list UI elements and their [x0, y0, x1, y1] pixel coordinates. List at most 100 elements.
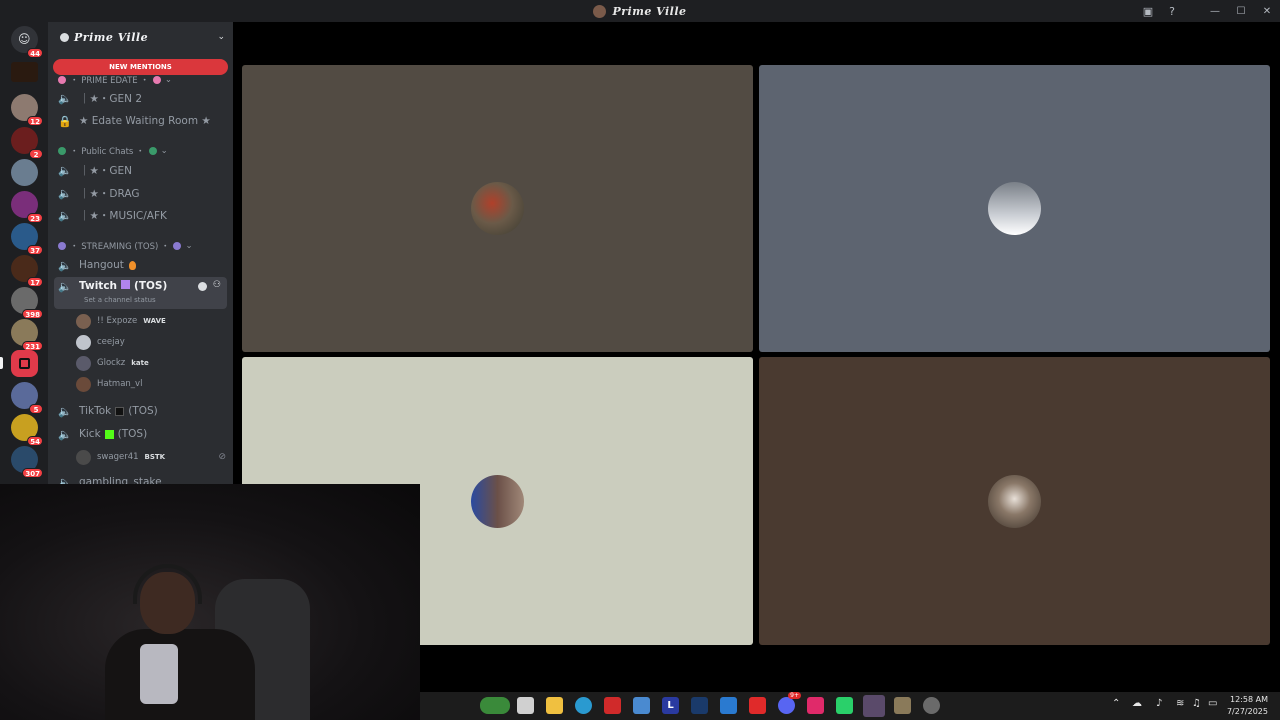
globe-icon: [148, 147, 157, 155]
guild-item-selected[interactable]: [11, 350, 38, 377]
speaker-icon: 🔈: [58, 258, 72, 272]
channel-gen[interactable]: 🔈 ｜★・GEN: [54, 160, 227, 180]
voice-member[interactable]: ceejay: [76, 333, 125, 351]
title-controls: ▣ ? — ☐ ✕: [1136, 0, 1280, 22]
server-header[interactable]: Prime Ville ⌄: [48, 22, 233, 52]
speaker-icon: 🔈: [58, 208, 72, 222]
category-prime-edate[interactable]: ・ PRIME EDATE ・ ⌄: [58, 73, 172, 87]
minimize-button[interactable]: —: [1202, 0, 1228, 22]
participant-tile[interactable]: [759, 357, 1270, 645]
guild-badge: 307: [22, 468, 43, 478]
channel-twitch[interactable]: 🔈 Twitch (TOS) ⚇ Set a channel status: [54, 277, 227, 309]
cloud-icon[interactable]: ☁: [1132, 698, 1142, 709]
add-user-icon[interactable]: ⚇: [213, 280, 221, 290]
black-square-icon: [115, 406, 125, 416]
close-button[interactable]: ✕: [1254, 0, 1280, 22]
guild-item[interactable]: [11, 62, 38, 82]
voice-member[interactable]: Hatman_vl: [76, 375, 142, 393]
file-explorer-icon[interactable]: [546, 697, 563, 714]
title-bar: Prime Ville ▣ ? — ☐ ✕: [0, 0, 1280, 22]
channel-kick[interactable]: 🔈 Kick (TOS): [54, 424, 227, 444]
clock[interactable]: 12:58 AM 7/27/2025: [1227, 694, 1268, 718]
channel-hangout[interactable]: 🔈 Hangout: [54, 255, 227, 275]
guild-item[interactable]: 5: [11, 382, 43, 414]
chevron-down-icon[interactable]: ⌄: [217, 32, 225, 42]
webcam-overlay: [0, 484, 420, 720]
avatar: [76, 334, 91, 350]
participant-avatar: [471, 474, 524, 528]
guild-badge: 37: [27, 245, 43, 255]
lock-icon: 🔒: [58, 114, 72, 128]
notification-badge: 9+: [788, 692, 801, 699]
app-icon[interactable]: [894, 697, 911, 714]
settings-icon[interactable]: [923, 697, 940, 714]
participant-tile[interactable]: [242, 65, 753, 352]
guild-item[interactable]: 37: [11, 223, 43, 255]
streamer-body: [105, 629, 255, 720]
guild-item[interactable]: 307: [11, 446, 43, 478]
guild-item[interactable]: 12: [11, 94, 43, 126]
wifi-icon[interactable]: ≋: [1176, 698, 1184, 709]
voice-member[interactable]: !! Expoze WAVE: [76, 312, 166, 330]
discord-taskbar-icon[interactable]: 9+: [778, 692, 801, 714]
discord-icon: ☺: [18, 32, 31, 46]
battery-icon[interactable]: ▭: [1208, 698, 1217, 709]
launcher-icon[interactable]: L: [662, 697, 679, 714]
mcafee-icon[interactable]: [604, 697, 621, 714]
chevron-down-icon: ⌄: [160, 146, 168, 156]
channel-tiktok[interactable]: 🔈 TikTok (TOS): [54, 401, 227, 421]
globe-icon: [58, 147, 66, 155]
microphone-icon[interactable]: ♪: [1156, 698, 1162, 709]
guild-item[interactable]: 23: [11, 191, 43, 223]
guild-badge: 12: [27, 116, 43, 126]
active-app-icon[interactable]: [863, 695, 885, 717]
category-label: ・ PRIME EDATE ・: [70, 76, 149, 86]
channel-edate-waiting[interactable]: 🔒 ★ Edate Waiting Room ★: [54, 111, 227, 131]
participant-avatar: [988, 474, 1041, 528]
voice-member[interactable]: Glockz kate: [76, 354, 149, 372]
voice-member[interactable]: swager41 BSTK ⊘: [76, 448, 226, 466]
guild-item[interactable]: 231: [11, 319, 43, 351]
category-streaming[interactable]: ・ STREAMING (TOS) ・ ⌄: [58, 239, 193, 253]
app-icon[interactable]: [633, 697, 650, 714]
edge-icon[interactable]: [575, 697, 592, 714]
channel-gen2[interactable]: 🔈 ｜★・GEN 2: [54, 88, 227, 108]
tiktok-icon[interactable]: [807, 697, 824, 714]
channel-music[interactable]: 🔈 ｜★・MUSIC/AFK: [54, 205, 227, 225]
channel-drag[interactable]: 🔈 ｜★・DRAG: [54, 183, 227, 203]
category-public-chats[interactable]: ・ Public Chats ・ ⌄: [58, 144, 168, 158]
guild-item[interactable]: 54: [11, 414, 43, 446]
outlook-icon[interactable]: [720, 697, 737, 714]
member-name: Hatman_vl: [97, 379, 143, 389]
guild-item[interactable]: 2: [11, 127, 43, 159]
widgets-icon[interactable]: [480, 697, 510, 714]
speaker-icon: 🔈: [58, 404, 72, 418]
guild-home[interactable]: ☺ 44: [11, 26, 43, 58]
participant-avatar: [471, 182, 524, 235]
guild-item[interactable]: [11, 159, 38, 186]
speaker-icon: 🔈: [58, 427, 72, 441]
help-icon[interactable]: ?: [1160, 0, 1184, 22]
inbox-icon[interactable]: ▣: [1136, 0, 1160, 22]
chat-bubble-icon[interactable]: [198, 282, 207, 291]
kick-icon[interactable]: [836, 697, 853, 714]
channel-gambling[interactable]: 🔈 gambling_stake: [54, 472, 227, 485]
youtube-icon[interactable]: [749, 697, 766, 714]
chevron-up-icon[interactable]: ⌃: [1112, 698, 1120, 709]
task-view-icon[interactable]: [517, 697, 534, 714]
guild-item[interactable]: 17: [11, 255, 43, 287]
member-name: swager41: [97, 452, 139, 462]
participant-tile[interactable]: [759, 65, 1270, 352]
channel-label: gambling_stake: [79, 476, 162, 484]
guild-item[interactable]: 398: [11, 287, 43, 319]
avatar: [76, 313, 91, 329]
speaker-icon: 🔈: [58, 91, 72, 105]
volume-icon[interactable]: ♫: [1192, 698, 1201, 709]
twitch-purple-square-icon: [121, 280, 131, 289]
steam-icon[interactable]: [691, 697, 708, 714]
channel-status[interactable]: Set a channel status: [84, 296, 156, 304]
category-label: ・ STREAMING (TOS) ・: [70, 242, 170, 252]
member-name: ceejay: [97, 337, 125, 347]
maximize-button[interactable]: ☐: [1228, 0, 1254, 22]
title-wrap: Prime Ville: [593, 4, 686, 18]
